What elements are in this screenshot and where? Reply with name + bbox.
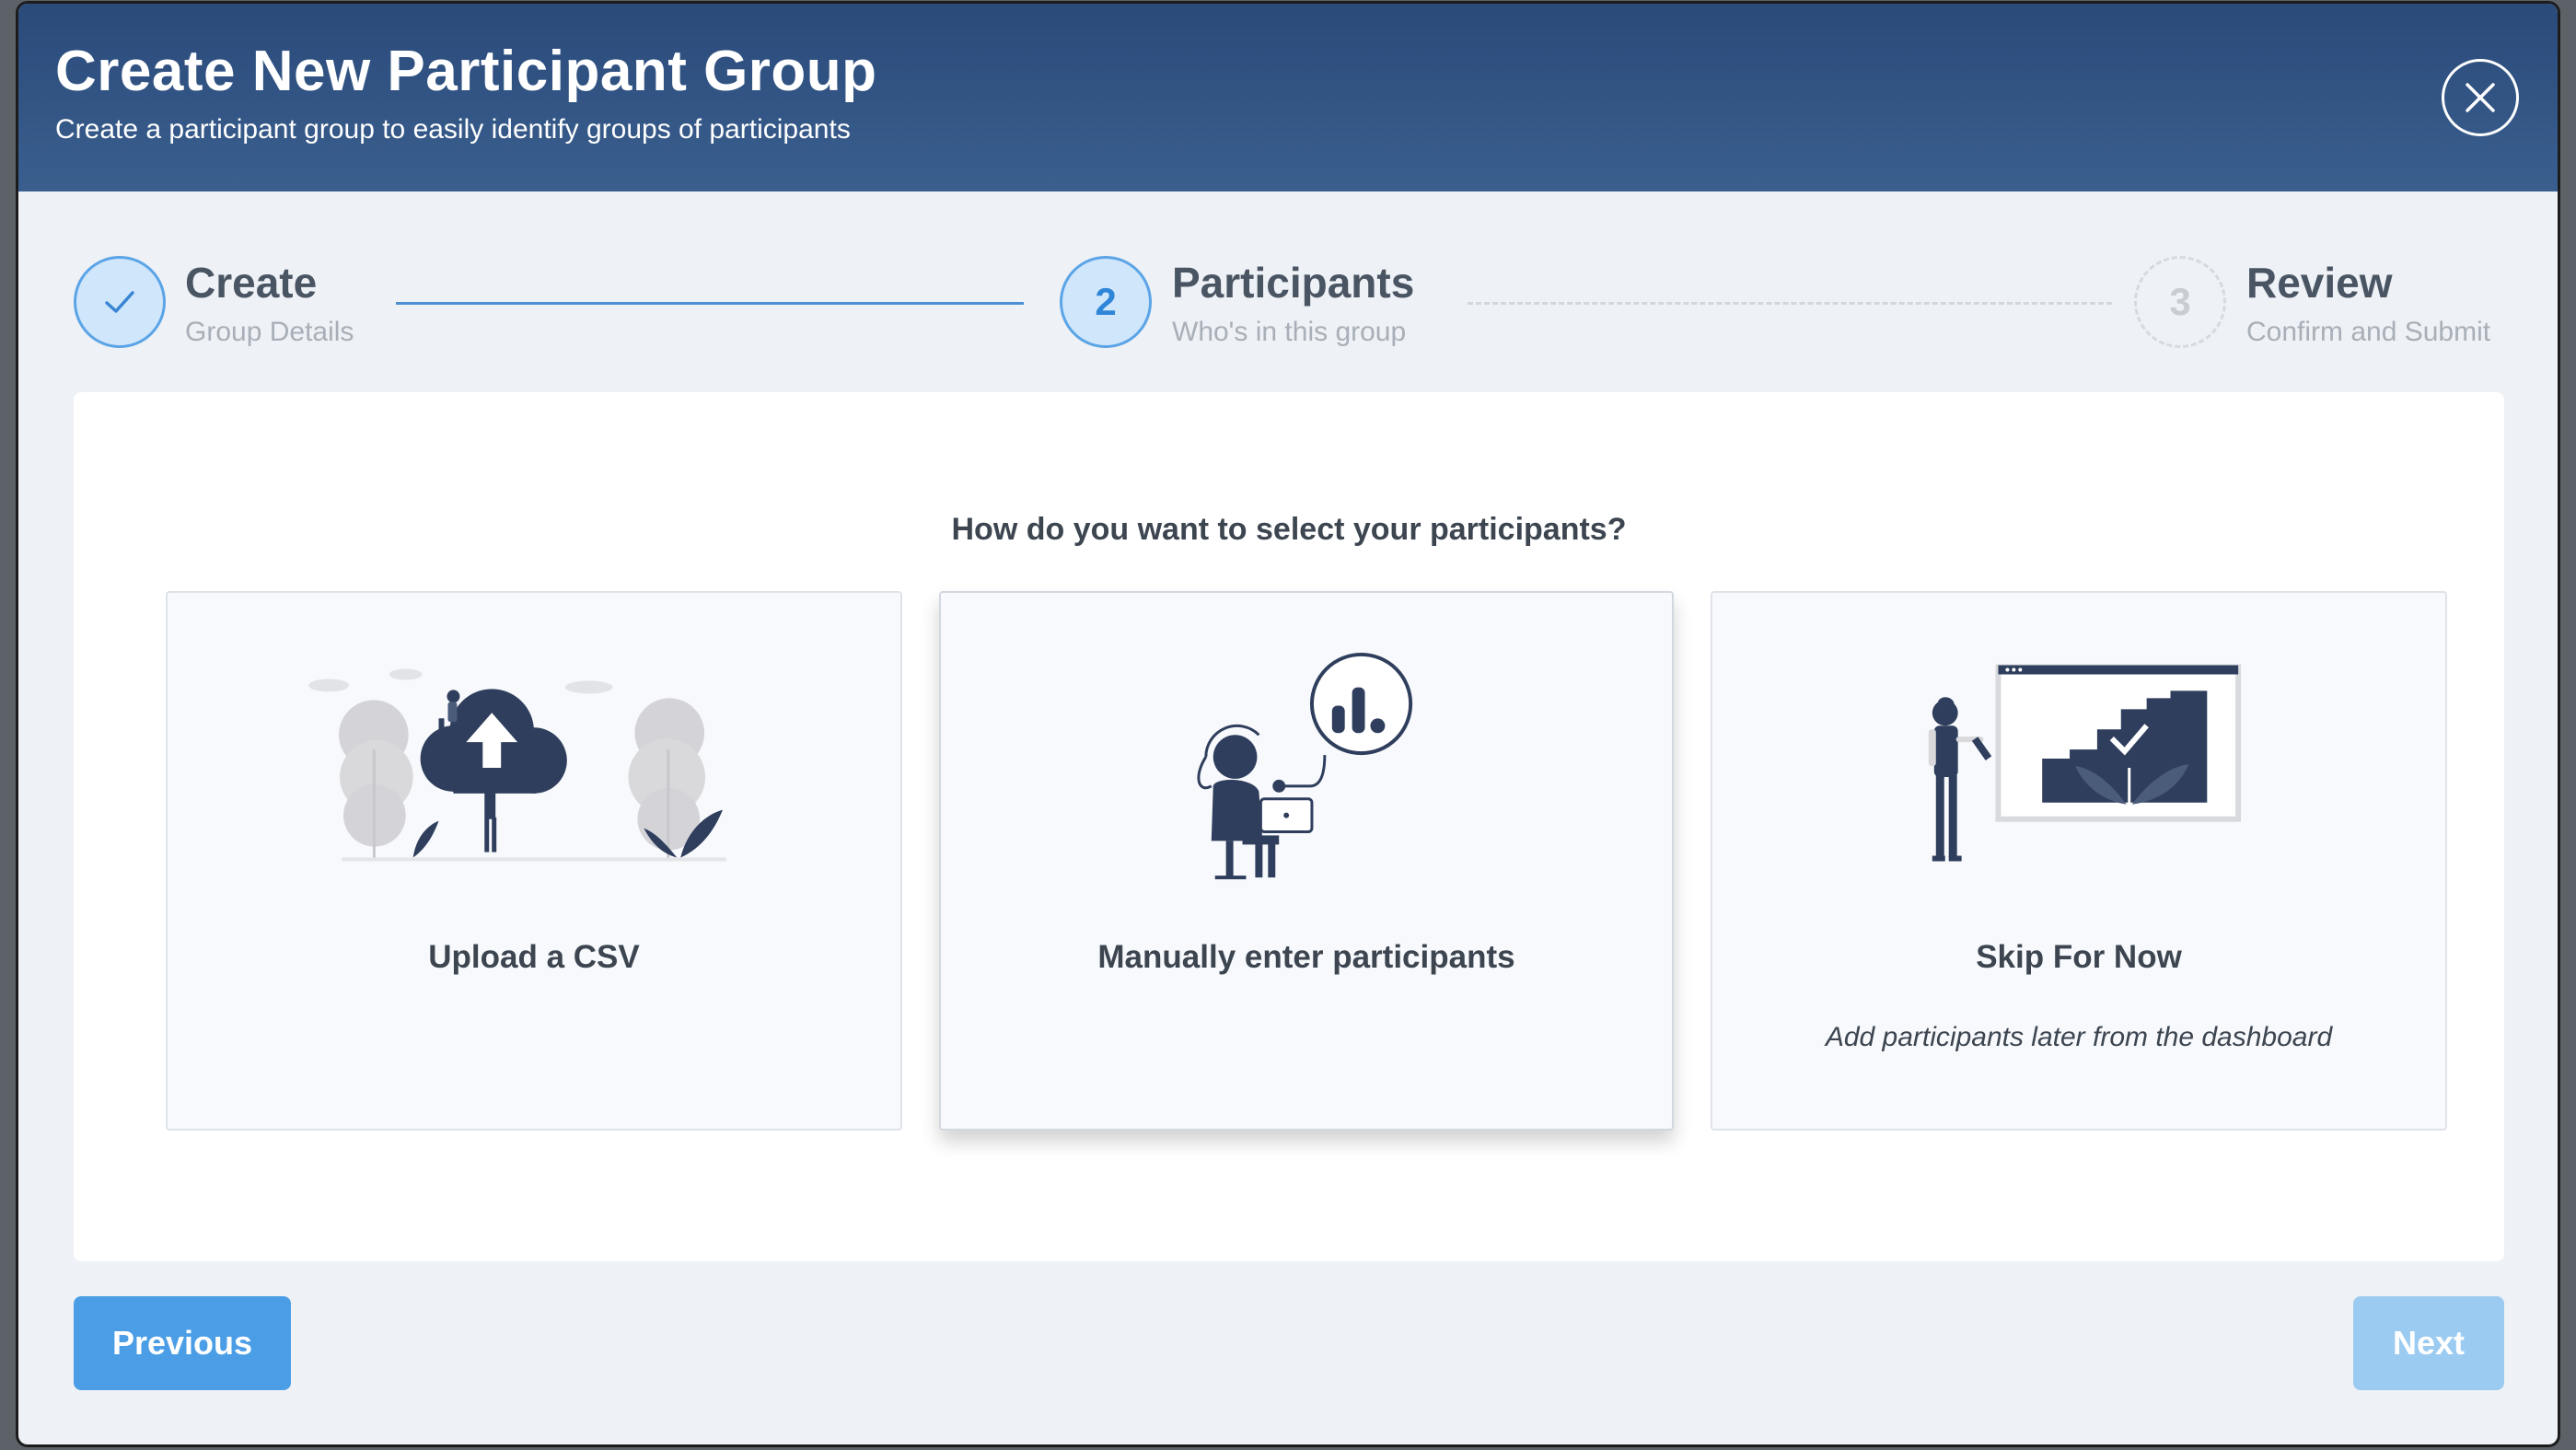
previous-button[interactable]: Previous	[74, 1296, 291, 1390]
selection-question: How do you want to select your participa…	[951, 512, 1627, 547]
step-3-subtitle: Confirm and Submit	[2246, 317, 2491, 347]
step-2-circle: 2	[1060, 256, 1152, 348]
manual-entry-label: Manually enter participants	[1097, 939, 1515, 975]
skip-for-now-description: Add participants later from the dashboar…	[1825, 1022, 2333, 1052]
create-group-dialog: Create New Participant Group Create a pa…	[18, 4, 2558, 1444]
selection-panel: How do you want to select your participa…	[74, 392, 2504, 1261]
close-icon	[2466, 83, 2495, 112]
step-1-subtitle: Group Details	[185, 317, 354, 347]
step-3-title: Review	[2246, 259, 2393, 307]
step-2-subtitle: Who's in this group	[1172, 317, 1407, 347]
step-1-title: Create	[185, 259, 318, 307]
upload-csv-option[interactable]: Upload a CSV	[166, 591, 902, 1131]
person-laptop-illustration	[1197, 652, 1413, 880]
upload-csv-label: Upload a CSV	[428, 939, 640, 975]
manual-entry-option[interactable]: Manually enter participants	[939, 591, 1674, 1131]
skip-for-now-option[interactable]: Skip For Now Add participants later from…	[1711, 591, 2447, 1131]
dialog-title: Create New Participant Group	[55, 40, 877, 103]
dashboard-illustration	[1928, 664, 2242, 862]
dialog-header: Create New Participant Group Create a pa…	[18, 4, 2558, 191]
checkmark-icon	[105, 291, 134, 313]
step-3-circle: 3	[2134, 256, 2226, 348]
step-2-title: Participants	[1172, 259, 1415, 307]
cloud-upload-illustration	[308, 668, 726, 862]
dialog-subtitle: Create a participant group to easily ide…	[55, 114, 851, 145]
step-1-circle	[74, 256, 166, 348]
next-button[interactable]: Next	[2353, 1296, 2504, 1390]
close-button[interactable]	[2442, 59, 2519, 136]
skip-for-now-label: Skip For Now	[1976, 939, 2182, 975]
step-connector-pending	[1468, 302, 2112, 305]
step-connector-completed	[396, 302, 1024, 305]
